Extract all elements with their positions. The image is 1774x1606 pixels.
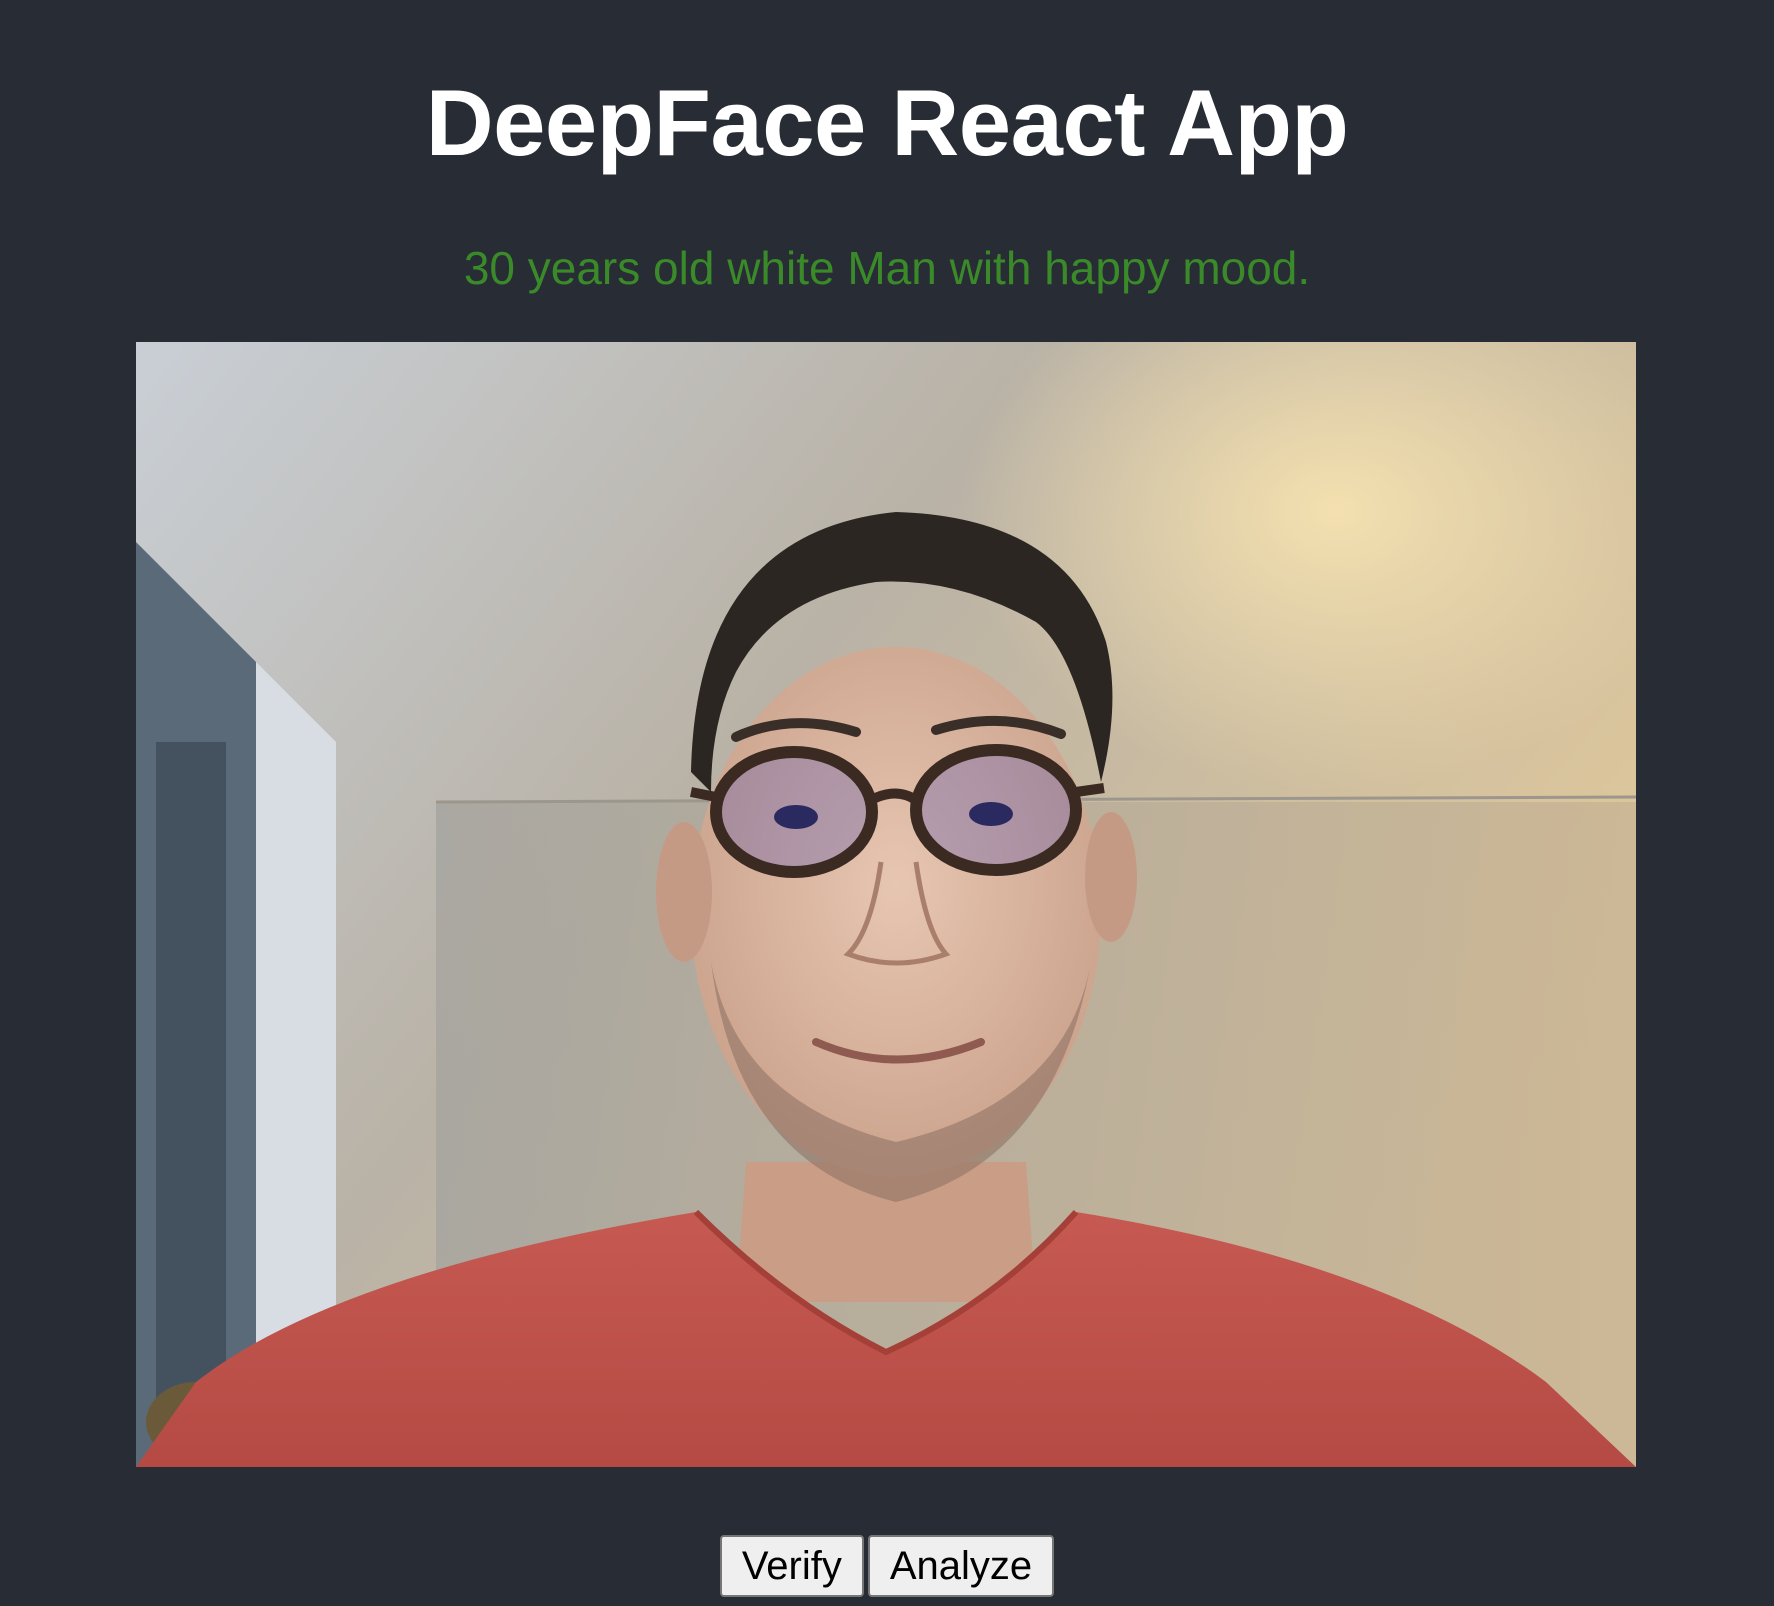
verify-button[interactable]: Verify [719, 1535, 864, 1597]
analyze-button[interactable]: Analyze [867, 1535, 1055, 1597]
app-root: DeepFace React App 30 years old white Ma… [0, 0, 1774, 1606]
webcam-video-feed [136, 342, 1636, 1467]
webcam-frame-image [136, 342, 1636, 1467]
analysis-result-text: 30 years old white Man with happy mood. [463, 242, 1311, 294]
action-buttons: Verify Analyze [0, 1535, 1774, 1597]
page-title: DeepFace React App [425, 70, 1349, 175]
